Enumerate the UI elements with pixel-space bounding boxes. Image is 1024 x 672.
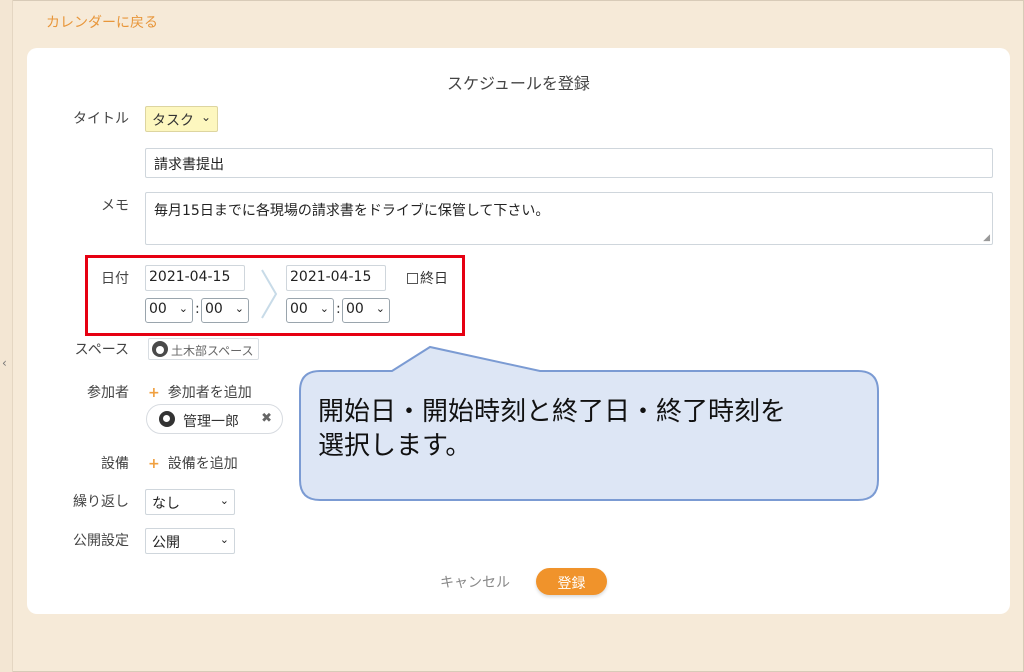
callout-bubble <box>299 345 879 501</box>
callout-line-2: 選択します。 <box>318 431 472 461</box>
callout-line-1: 開始日・開始時刻と終了日・終了時刻を <box>318 397 787 427</box>
callout-text: 開始日・開始時刻と終了日・終了時刻を 選択します。 <box>318 395 863 463</box>
